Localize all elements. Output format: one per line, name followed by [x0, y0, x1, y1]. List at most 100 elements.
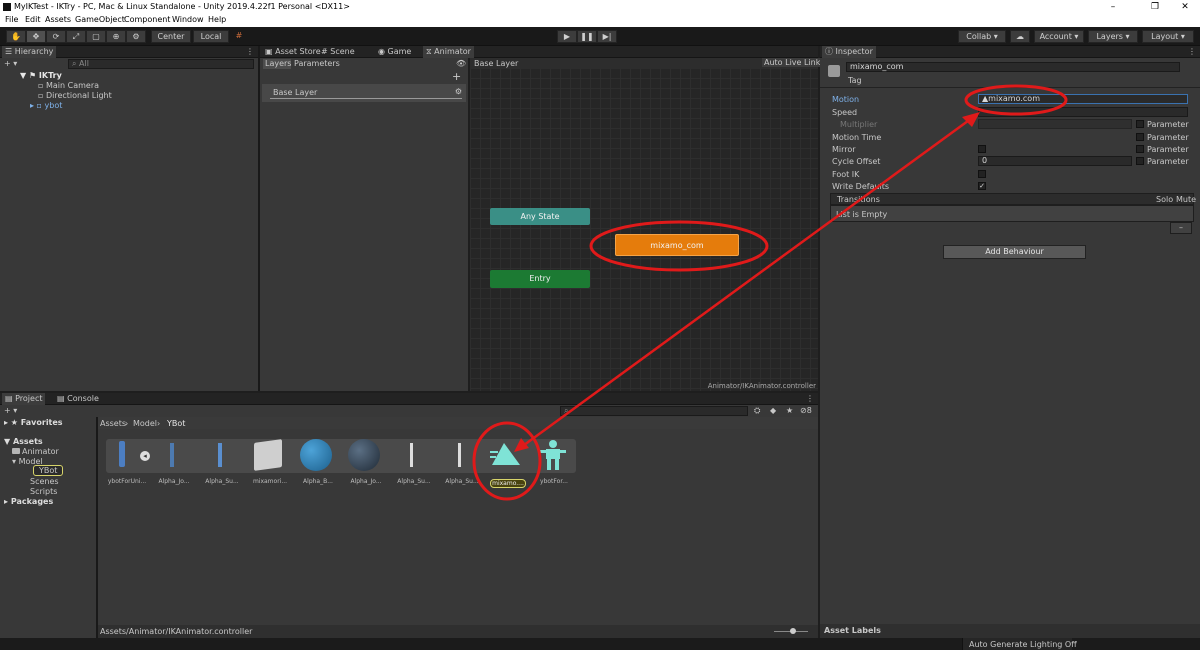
write-defaults-checkbox[interactable]: ✓ — [978, 182, 986, 190]
panel-menu-icon[interactable]: ⋮ — [806, 393, 814, 405]
entry-node[interactable]: Entry — [490, 270, 590, 288]
hierarchy-item-ybot[interactable]: ▸ ▫ ybot — [30, 101, 62, 110]
auto-live-link-button[interactable]: Auto Live Link — [762, 58, 823, 67]
menu-gameobject[interactable]: GameObject — [75, 15, 125, 24]
tab-console[interactable]: ▤ Console — [54, 393, 102, 405]
menu-window[interactable]: Window — [172, 15, 204, 24]
remove-transition-button[interactable]: – — [1170, 222, 1192, 234]
layer-settings-icon[interactable]: ⚙ — [455, 87, 462, 96]
breadcrumb-assets[interactable]: Assets — [100, 419, 126, 428]
create-plus-icon[interactable]: + ▾ — [4, 406, 17, 415]
packages-item[interactable]: ▸ Packages — [4, 497, 53, 506]
scale-tool-icon[interactable]: ⤢ — [66, 30, 86, 43]
tab-layers[interactable]: Layers — [263, 59, 291, 69]
mixamo-state-node[interactable]: mixamo_com — [615, 234, 739, 256]
add-layer-icon[interactable]: + — [452, 70, 461, 83]
minimize-button[interactable]: – — [1098, 0, 1128, 14]
cloud-icon[interactable]: ☁ — [1010, 30, 1030, 43]
tree-item-ybot[interactable]: YBot — [33, 465, 64, 476]
pivot-local-button[interactable]: Local — [193, 30, 229, 43]
multiplier-dropdown[interactable] — [978, 119, 1132, 129]
layer-weight-slider[interactable] — [270, 98, 462, 99]
tree-item-animator[interactable]: Animator — [12, 447, 59, 456]
pivot-center-button[interactable]: Center — [151, 30, 191, 43]
asset-alpha-surface-mesh[interactable]: Alpha_Su... — [392, 437, 436, 487]
breadcrumb-model[interactable]: Model — [133, 419, 157, 428]
tab-scene[interactable]: # Scene — [318, 46, 358, 58]
cycle-offset-field[interactable]: 0 — [978, 156, 1132, 166]
layer-item-base[interactable]: Base Layer ⚙ — [262, 84, 466, 102]
multiplier-parameter-checkbox[interactable] — [1136, 120, 1144, 128]
animator-graph[interactable]: 👁 Base Layer Auto Live Link Any State mi… — [456, 58, 823, 391]
layers-dropdown[interactable]: Layers ▾ — [1088, 30, 1138, 43]
motion-time-parameter-checkbox[interactable] — [1136, 133, 1144, 141]
hidden-count-icon[interactable]: ⊘8 — [800, 406, 812, 415]
account-dropdown[interactable]: Account ▾ — [1034, 30, 1084, 43]
filter-type-icon[interactable]: ⛭ — [754, 406, 760, 416]
tab-inspector[interactable]: ⓘ Inspector — [822, 46, 876, 58]
rotate-tool-icon[interactable]: ⟳ — [46, 30, 66, 43]
any-state-node[interactable]: Any State — [490, 208, 590, 225]
eye-icon[interactable]: 👁 — [456, 59, 466, 68]
menu-file[interactable]: File — [5, 15, 18, 24]
splitter[interactable] — [96, 417, 98, 638]
breadcrumb-ybot[interactable]: YBot — [167, 419, 185, 428]
splitter[interactable] — [258, 46, 260, 391]
asset-alpha-body-material[interactable]: Alpha_B... — [296, 437, 340, 487]
mirror-checkbox[interactable] — [978, 145, 986, 153]
pause-button[interactable]: ❚❚ — [577, 30, 597, 43]
tree-item-scripts[interactable]: Scripts — [30, 487, 57, 496]
panel-menu-icon[interactable]: ⋮ — [1188, 46, 1196, 58]
transform-tool-icon[interactable]: ⊕ — [106, 30, 126, 43]
play-button[interactable]: ▶ — [557, 30, 577, 43]
layout-dropdown[interactable]: Layout ▾ — [1142, 30, 1194, 43]
menu-component[interactable]: Component — [124, 15, 170, 24]
cycle-offset-parameter-checkbox[interactable] — [1136, 157, 1144, 165]
tab-project[interactable]: ▤ Project — [2, 393, 46, 405]
tab-game[interactable]: ◉ Game — [375, 46, 414, 58]
asset-ybot-prefab[interactable]: ybotForUni... — [105, 437, 149, 487]
lighting-status[interactable]: Auto Generate Lighting Off — [962, 638, 1077, 650]
close-button[interactable]: ✕ — [1170, 0, 1200, 14]
menu-assets[interactable]: Assets — [45, 15, 71, 24]
foot-ik-checkbox[interactable] — [978, 170, 986, 178]
favorites-item[interactable]: ▸ ★ Favorites — [4, 418, 63, 427]
asset-alpha-surface[interactable]: Alpha_Su... — [200, 437, 244, 487]
panel-menu-icon[interactable]: ⋮ — [246, 46, 254, 58]
mirror-parameter-checkbox[interactable] — [1136, 145, 1144, 153]
zoom-slider-thumb[interactable] — [790, 628, 796, 634]
object-name-field[interactable]: mixamo_com — [846, 62, 1180, 72]
step-button[interactable]: ▶| — [597, 30, 617, 43]
asset-mixamo-animation-clip[interactable]: mixamo.... — [486, 437, 530, 488]
collab-dropdown[interactable]: Collab ▾ — [958, 30, 1006, 43]
scene-root-item[interactable]: ▼ ⚑ IKTry — [20, 71, 62, 80]
custom-tool-icon[interactable]: ⚙ — [126, 30, 146, 43]
project-search-input[interactable]: ⌕ — [560, 406, 748, 416]
grid-snap-icon[interactable]: # — [232, 30, 246, 43]
favorite-star-icon[interactable]: ★ — [786, 406, 793, 415]
tab-parameters[interactable]: Parameters — [294, 59, 342, 69]
animator-breadcrumb[interactable]: Base Layer — [474, 59, 518, 68]
create-plus-icon[interactable]: + ▾ — [4, 59, 17, 68]
asset-ybot-avatar[interactable]: ybotFor... — [532, 437, 576, 487]
asset-alpha-joints-material[interactable]: Alpha_Jo... — [344, 437, 388, 487]
asset-alpha-surface-mesh-2[interactable]: Alpha_Su... — [440, 437, 484, 487]
tab-asset-store[interactable]: ▣ Asset Store — [262, 46, 324, 58]
menu-help[interactable]: Help — [208, 15, 226, 24]
motion-field[interactable]: ▲mixamo.com — [978, 94, 1188, 104]
assets-item[interactable]: ▼ Assets — [4, 437, 43, 446]
hierarchy-item-main-camera[interactable]: ▫ Main Camera — [38, 81, 99, 90]
maximize-button[interactable]: ❐ — [1140, 0, 1170, 14]
tab-animator[interactable]: ⧖ Animator — [423, 46, 474, 58]
hierarchy-item-directional-light[interactable]: ▫ Directional Light — [38, 91, 112, 100]
hand-tool-icon[interactable]: ✋ — [6, 30, 26, 43]
menu-edit[interactable]: Edit — [25, 15, 41, 24]
tab-hierarchy[interactable]: ☰ Hierarchy — [2, 46, 57, 58]
add-behaviour-button[interactable]: Add Behaviour — [943, 245, 1086, 259]
asset-alpha-joints[interactable]: Alpha_Jo... — [152, 437, 196, 487]
hierarchy-search-input[interactable]: ⌕ All — [68, 59, 254, 69]
asset-mixamorig[interactable]: mixamori... — [248, 437, 292, 487]
rect-tool-icon[interactable]: ▢ — [86, 30, 106, 43]
move-tool-icon[interactable]: ✥ — [26, 30, 46, 43]
tree-item-scenes[interactable]: Scenes — [30, 477, 59, 486]
